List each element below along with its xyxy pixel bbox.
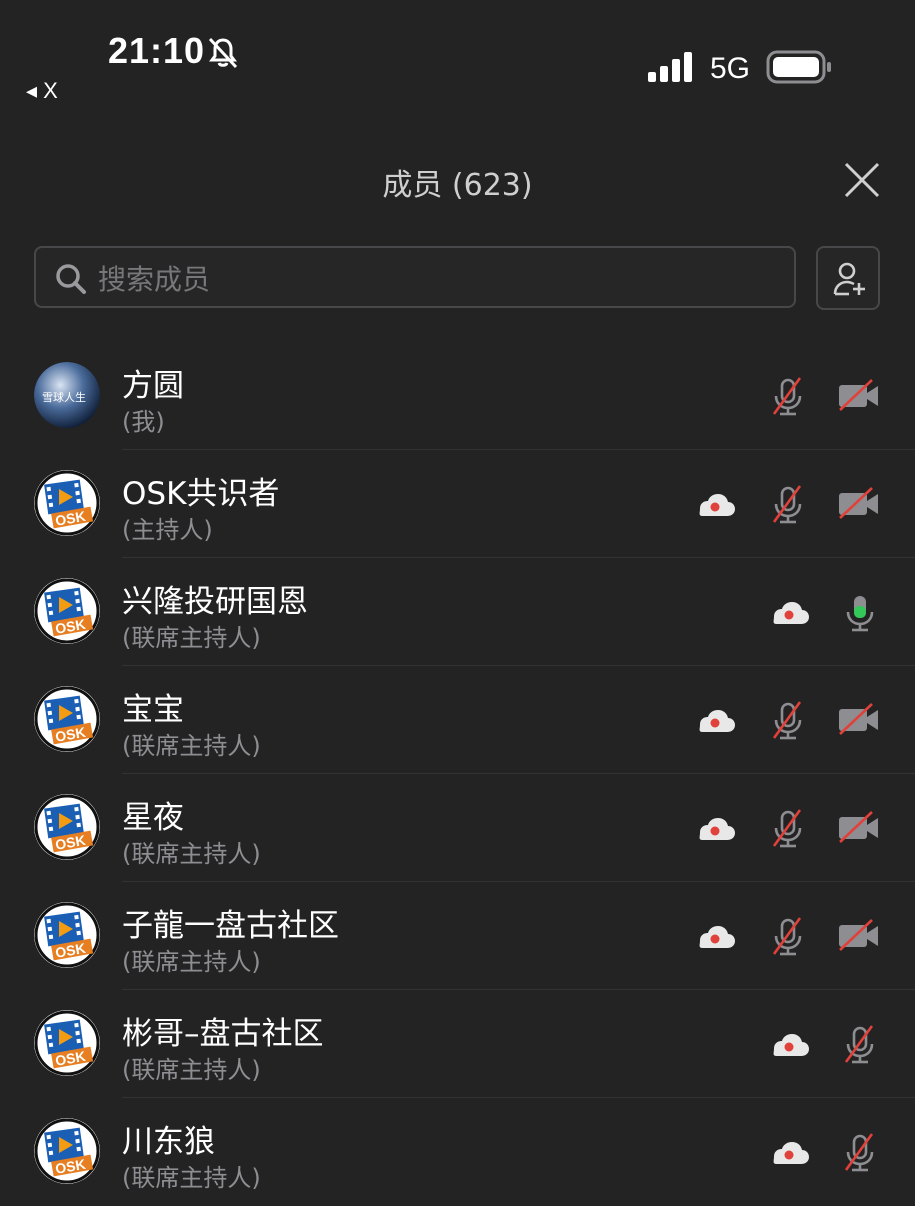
- search-box: [34, 246, 796, 308]
- avatar: [34, 902, 100, 968]
- add-user-icon: [833, 262, 865, 296]
- mic-muted-icon[interactable]: [766, 698, 810, 742]
- mic-muted-icon[interactable]: [838, 1022, 882, 1066]
- camera-off-icon[interactable]: [836, 806, 880, 850]
- cloud-recording-icon: [773, 602, 809, 624]
- member-name: 川东狼: [122, 1124, 215, 1160]
- avatar: [34, 1118, 100, 1184]
- cloud-recording-icon: [699, 494, 735, 516]
- mic-muted-icon[interactable]: [766, 482, 810, 526]
- list-item[interactable]: 川东狼 (联席主持人): [0, 1098, 915, 1206]
- list-item[interactable]: 雪球人生 方圆 (我): [0, 342, 915, 450]
- avatar: [34, 1010, 100, 1076]
- camera-off-icon[interactable]: [836, 482, 880, 526]
- cloud-recording-icon: [699, 926, 735, 948]
- mic-muted-icon[interactable]: [766, 806, 810, 850]
- member-role: (我): [122, 408, 165, 436]
- list-item[interactable]: 彬哥–盘古社区 (联席主持人): [0, 990, 915, 1098]
- search-input[interactable]: [96, 256, 780, 302]
- battery-icon: [766, 50, 831, 84]
- member-name: 星夜: [122, 800, 184, 836]
- status-bar: 21:10 ◂ X 5G: [0, 0, 915, 110]
- mic-active-icon[interactable]: [838, 590, 882, 634]
- member-name: 方圆: [122, 368, 184, 404]
- list-item[interactable]: 星夜 (联席主持人): [0, 774, 915, 882]
- network-type: 5G: [710, 52, 751, 85]
- member-name: 彬哥–盘古社区: [122, 1016, 324, 1052]
- bell-muted-icon: [208, 37, 238, 69]
- avatar: [34, 686, 100, 752]
- member-name: 宝宝: [122, 692, 184, 728]
- svg-text:雪球人生: 雪球人生: [42, 390, 86, 404]
- back-to-app-link[interactable]: ◂ X: [26, 78, 58, 104]
- member-role: (主持人): [122, 516, 213, 544]
- member-role: (联席主持人): [122, 732, 261, 760]
- member-name: 兴隆投研国恩: [122, 584, 308, 620]
- avatar: [34, 578, 100, 644]
- signal-icon: [648, 52, 692, 82]
- avatar: 雪球人生: [34, 362, 100, 428]
- member-name: 子龍一盘古社区: [122, 908, 339, 944]
- avatar: [34, 470, 100, 536]
- mic-muted-icon[interactable]: [838, 1130, 882, 1174]
- list-item[interactable]: OSK共识者 (主持人): [0, 450, 915, 558]
- avatar: [34, 794, 100, 860]
- members-header: 成员 (623): [0, 150, 915, 210]
- member-role: (联席主持人): [122, 948, 261, 976]
- cloud-recording-icon: [699, 710, 735, 732]
- camera-off-icon[interactable]: [836, 374, 880, 418]
- cloud-recording-icon: [773, 1142, 809, 1164]
- search-icon: [56, 264, 86, 294]
- mic-muted-icon[interactable]: [766, 914, 810, 958]
- member-role: (联席主持人): [122, 840, 261, 868]
- member-list: 雪球人生 方圆 (我) OSK共识者 (主持人) 兴隆投研国恩 (联席主持人) …: [0, 342, 915, 1206]
- status-time: 21:10: [108, 30, 206, 71]
- camera-off-icon[interactable]: [836, 914, 880, 958]
- cloud-recording-icon: [773, 1034, 809, 1056]
- list-item[interactable]: 兴隆投研国恩 (联席主持人): [0, 558, 915, 666]
- member-role: (联席主持人): [122, 624, 261, 652]
- list-item[interactable]: 宝宝 (联席主持人): [0, 666, 915, 774]
- member-role: (联席主持人): [122, 1056, 261, 1084]
- member-name: OSK共识者: [122, 476, 280, 512]
- list-item[interactable]: 子龍一盘古社区 (联席主持人): [0, 882, 915, 990]
- mic-muted-icon[interactable]: [766, 374, 810, 418]
- close-icon[interactable]: [842, 160, 882, 200]
- invite-member-button[interactable]: [816, 246, 880, 310]
- cloud-recording-icon: [699, 818, 735, 840]
- member-role: (联席主持人): [122, 1164, 261, 1192]
- camera-off-icon[interactable]: [836, 698, 880, 742]
- page-title: 成员 (623): [382, 168, 533, 203]
